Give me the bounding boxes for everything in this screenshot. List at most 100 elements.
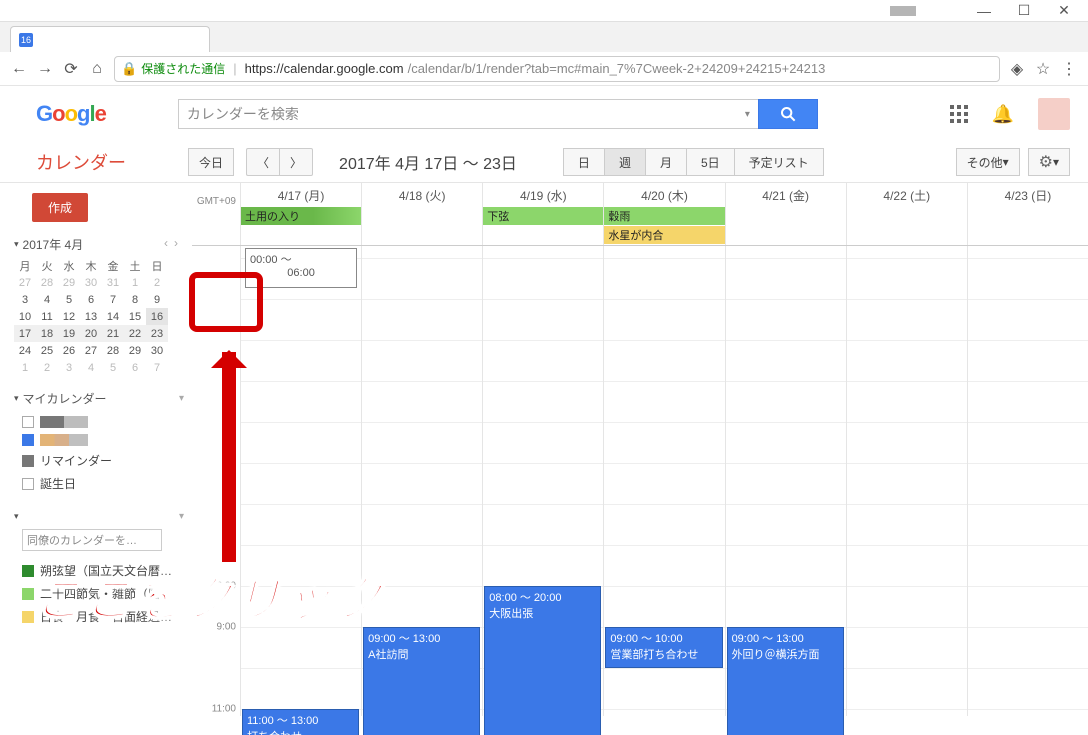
mini-day-cell[interactable]: 15 [124,308,146,325]
calendar-item[interactable] [14,413,184,431]
mini-day-cell[interactable]: 25 [36,342,58,359]
day-column[interactable]: 00:00 ～06:0011:00 ～ 13:00打ち合わせ15:00 ～ 17… [240,246,361,716]
calendar-item[interactable]: 誕生日 [14,472,184,495]
forward-icon[interactable]: → [36,60,54,78]
today-button[interactable]: 今日 [188,148,234,176]
day-column[interactable] [846,246,967,716]
mini-day-cell[interactable]: 14 [102,308,124,325]
calendar-event[interactable]: 09:00 ～ 10:00営業部打ち合わせ [605,627,722,668]
calendar-event[interactable]: 08:00 ～ 20:00大阪出張 [484,586,601,735]
window-minimize-button[interactable]: — [964,0,1004,22]
allday-cell[interactable] [967,207,1088,245]
mini-day-cell[interactable]: 26 [58,342,80,359]
mini-day-cell[interactable]: 6 [80,291,102,308]
mini-calendar-prev-icon[interactable]: ‹ [164,236,174,253]
day-header[interactable]: 4/23 (日) [967,183,1088,207]
reload-icon[interactable]: ⟳ [62,59,80,79]
omnibox[interactable]: 🔒 保護された通信 | https://calendar.google.com/… [114,56,1000,82]
section-toggle-icon[interactable]: ▾ [14,511,19,522]
day-header[interactable]: 4/22 (土) [846,183,967,207]
view-day-button[interactable]: 日 [563,148,604,176]
day-column[interactable]: 09:00 ～ 10:00営業部打ち合わせ13:00 ～ 14:30西郷様往訪 [603,246,724,716]
allday-cell[interactable] [846,207,967,245]
mini-day-cell[interactable]: 19 [58,325,80,342]
mini-day-cell[interactable]: 31 [102,274,124,291]
home-icon[interactable]: ⌂ [88,60,106,78]
avatar[interactable] [1038,98,1070,130]
day-header[interactable]: 4/21 (金) [725,183,846,207]
calendar-item[interactable]: リマインダー [14,449,184,472]
day-header[interactable]: 4/18 (火) [361,183,482,207]
apps-grid-icon[interactable] [950,105,968,123]
mini-day-cell[interactable]: 12 [58,308,80,325]
notifications-icon[interactable]: 🔔 [992,104,1014,125]
next-button[interactable]: 〉 [279,148,313,176]
extension-icon[interactable]: ◈ [1008,59,1026,79]
calendar-item[interactable]: 二十四節気・雑節（国… [14,582,184,605]
calendar-event[interactable]: 09:00 ～ 13:00A社訪問 [363,627,480,735]
google-logo[interactable]: Google [36,101,106,127]
mini-day-cell[interactable]: 7 [102,291,124,308]
day-header[interactable]: 4/19 (水) [482,183,603,207]
view-agenda-button[interactable]: 予定リスト [734,148,824,176]
allday-cell[interactable]: 土用の入り [240,207,361,245]
mini-day-cell[interactable]: 27 [80,342,102,359]
mini-day-cell[interactable]: 3 [58,359,80,376]
day-header[interactable]: 4/17 (月) [240,183,361,207]
allday-cell[interactable] [725,207,846,245]
star-icon[interactable]: ☆ [1034,59,1052,79]
allday-cell[interactable]: 穀雨水星が内合 [603,207,724,245]
mini-day-cell[interactable]: 16 [146,308,168,325]
mini-day-cell[interactable]: 2 [36,359,58,376]
mini-day-cell[interactable]: 1 [124,274,146,291]
day-header[interactable]: 4/20 (木) [603,183,724,207]
search-dropdown-icon[interactable]: ▾ [745,109,750,120]
window-maximize-button[interactable]: ☐ [1004,0,1044,22]
mini-calendar-next-icon[interactable]: › [174,236,184,253]
browser-tab[interactable]: 16 [10,26,210,52]
view-month-button[interactable]: 月 [645,148,686,176]
mini-day-cell[interactable]: 4 [80,359,102,376]
mini-day-cell[interactable]: 29 [124,342,146,359]
mini-day-cell[interactable]: 7 [146,359,168,376]
mini-day-cell[interactable]: 5 [58,291,80,308]
search-calendars-input[interactable]: 同僚のカレンダーを… [22,529,162,551]
mini-day-cell[interactable]: 30 [80,274,102,291]
menu-icon[interactable]: ⋮ [1060,59,1078,79]
mini-day-cell[interactable]: 4 [36,291,58,308]
mini-day-cell[interactable]: 3 [14,291,36,308]
mini-day-cell[interactable]: 2 [146,274,168,291]
mini-day-cell[interactable]: 21 [102,325,124,342]
search-button[interactable] [758,99,818,129]
window-close-button[interactable]: ✕ [1044,0,1084,22]
allday-event[interactable]: 穀雨 [604,207,724,225]
time-grid[interactable]: 8:009:0011:0014:0015:00 00:00 ～06:0011:0… [192,246,1088,716]
mini-day-cell[interactable]: 20 [80,325,102,342]
mini-day-cell[interactable]: 28 [36,274,58,291]
allday-event[interactable]: 土用の入り [241,207,361,225]
section-toggle-icon[interactable]: ▾ [14,393,19,404]
calendar-item[interactable]: 朔弦望（国立天文台暦… [14,559,184,582]
calendar-event[interactable]: 09:00 ～ 13:00外回り＠横浜方面 [727,627,844,735]
mini-day-cell[interactable]: 5 [102,359,124,376]
mini-calendar-toggle-icon[interactable] [14,236,23,253]
other-button[interactable]: その他 ▾ [956,148,1020,176]
day-column[interactable]: 08:00 ～ 20:00大阪出張 [482,246,603,716]
search-input[interactable]: カレンダーを検索 ▾ [178,99,758,129]
mini-day-cell[interactable]: 8 [124,291,146,308]
view-5day-button[interactable]: 5日 [686,148,734,176]
mini-day-cell[interactable]: 9 [146,291,168,308]
day-column[interactable]: 09:00 ～ 13:00外回り＠横浜方面15:00 ～ 19:00社内作業時間 [725,246,846,716]
mini-day-cell[interactable]: 24 [14,342,36,359]
allday-event[interactable]: 下弦 [483,207,603,225]
day-column[interactable] [967,246,1088,716]
section-menu-icon[interactable]: ▾ [179,393,184,404]
allday-cell[interactable] [361,207,482,245]
mini-day-cell[interactable]: 28 [102,342,124,359]
mini-day-cell[interactable]: 18 [36,325,58,342]
mini-day-cell[interactable]: 22 [124,325,146,342]
day-column[interactable]: 09:00 ～ 13:00A社訪問14:00 ～ 16:00井伊様ご来訪 [361,246,482,716]
prev-button[interactable]: 〈 [246,148,279,176]
calendar-item[interactable] [14,431,184,449]
create-button[interactable]: 作成 [32,193,88,222]
